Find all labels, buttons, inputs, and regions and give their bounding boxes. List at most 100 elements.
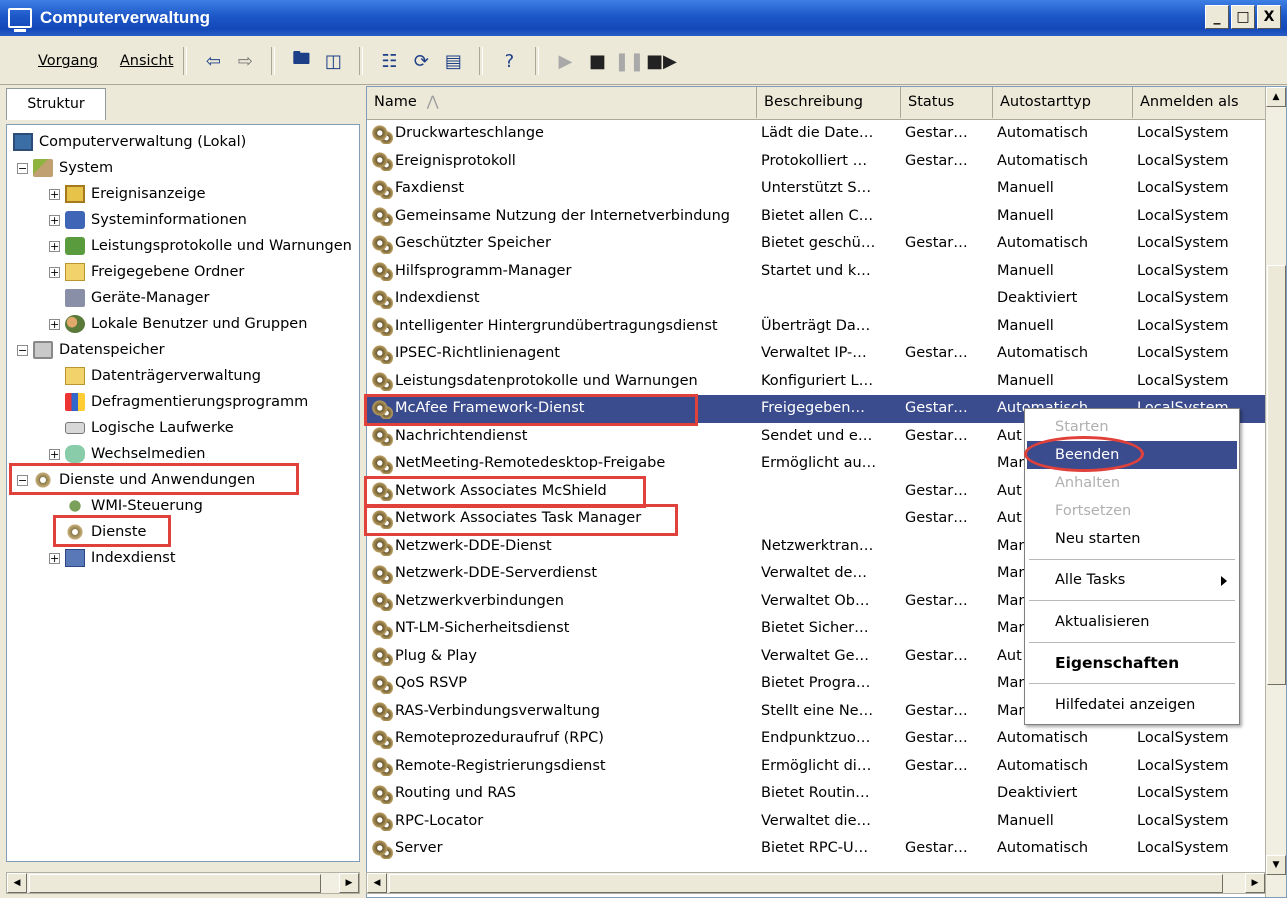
table-row[interactable]: IPSEC-Richtlinienagent Verwaltet IP-… Gest…	[367, 340, 1267, 368]
scroll-thumb[interactable]	[1267, 265, 1286, 685]
list-vertical-scrollbar[interactable]: ▲ ▼	[1265, 87, 1286, 897]
table-row[interactable]: Server Bietet RPC-U… Gestar… Automatisch Loc…	[367, 835, 1267, 863]
up-folder-icon[interactable]: 🖿	[288, 48, 314, 74]
table-row[interactable]: Ereignisprotokoll Protokolliert … Gestar… A…	[367, 148, 1267, 176]
menu-item-eigenschaften[interactable]: Eigenschaften	[1027, 649, 1237, 677]
scroll-left-icon[interactable]: ◀	[7, 873, 27, 893]
column-header-beschreibung[interactable]: Beschreibung	[757, 87, 901, 118]
toolbar-separator	[535, 47, 540, 75]
scroll-down-icon[interactable]: ▼	[1266, 855, 1286, 875]
expand-toggle[interactable]: +	[49, 266, 60, 278]
scroll-right-icon[interactable]: ▶	[1245, 873, 1265, 893]
tree-item-ereignisanzeige[interactable]: + Ereignisanzeige	[49, 181, 206, 207]
cell-anmelden-als: LocalSystem	[1137, 372, 1229, 389]
column-header-anmelden-als[interactable]: Anmelden als	[1133, 87, 1267, 118]
pause-icon[interactable]: ❚❚	[614, 48, 644, 74]
expand-toggle[interactable]: +	[49, 318, 60, 330]
table-row[interactable]: Druckwarteschlange Lädt die Date… Gestar… A…	[367, 120, 1267, 148]
table-row[interactable]: Intelligenter Hintergrundübertragungsdie…	[367, 313, 1267, 341]
menu-item-hilfedatei[interactable]: Hilfedatei anzeigen	[1027, 691, 1237, 719]
submenu-arrow-icon	[1221, 576, 1227, 586]
service-name: Faxdienst	[395, 180, 465, 196]
menu-item-fortsetzen[interactable]: Fortsetzen	[1027, 497, 1237, 525]
expand-toggle[interactable]: +	[49, 448, 60, 460]
cell-status: Gestar…	[905, 757, 968, 774]
table-row[interactable]: Remoteprozeduraufruf (RPC) Endpunktzuo… Ge…	[367, 725, 1267, 753]
table-row[interactable]: Geschützter Speicher Bietet geschü… Gestar…	[367, 230, 1267, 258]
expand-toggle[interactable]: +	[49, 552, 60, 564]
refresh-icon[interactable]: ⟳	[408, 48, 434, 74]
tree-item-geraete-manager[interactable]: Geräte-Manager	[65, 285, 209, 311]
restart-icon[interactable]: ■▶	[646, 48, 677, 74]
tree-item-lokale-benutzer[interactable]: + Lokale Benutzer und Gruppen	[49, 311, 307, 337]
menu-item-anhalten[interactable]: Anhalten	[1027, 469, 1237, 497]
tree-item-systeminformationen[interactable]: + Systeminformationen	[49, 207, 247, 233]
scroll-thumb[interactable]	[29, 874, 321, 893]
service-gear-icon	[371, 233, 393, 254]
help-icon[interactable]: ?	[496, 48, 522, 74]
removable-media-icon	[65, 445, 85, 463]
menu-item-aktualisieren[interactable]: Aktualisieren	[1027, 608, 1237, 636]
window-title: Computerverwaltung	[40, 8, 211, 27]
cell-status: Gestar…	[905, 510, 968, 526]
close-button[interactable]: X	[1257, 5, 1281, 29]
collapse-toggle[interactable]: −	[17, 344, 28, 356]
table-row[interactable]: Remote-Registrierungsdienst Ermöglicht di…	[367, 753, 1267, 781]
menu-ansicht[interactable]: Ansicht	[120, 53, 174, 69]
collapse-toggle[interactable]: −	[17, 162, 28, 174]
maximize-button[interactable]: □	[1231, 5, 1255, 29]
column-header-autostarttyp[interactable]: Autostarttyp	[993, 87, 1133, 118]
forward-arrow-icon[interactable]: ⇨	[232, 48, 258, 74]
scroll-thumb[interactable]	[389, 874, 1223, 893]
tree-item-freigegebene-ordner[interactable]: + Freigegebene Ordner	[49, 259, 244, 285]
table-row[interactable]: Leistungsdatenprotokolle und Warnungen Ko…	[367, 368, 1267, 396]
table-row[interactable]: Faxdienst Unterstützt S… Manuell LocalSyste…	[367, 175, 1267, 203]
cell-name: Geschützter Speicher	[371, 230, 757, 258]
table-row[interactable]: Hilfsprogramm-Manager Startet und k… Manue…	[367, 258, 1267, 286]
stop-icon[interactable]: ■	[584, 48, 610, 74]
cell-anmelden-als: LocalSystem	[1137, 785, 1229, 801]
expand-toggle[interactable]: +	[49, 240, 60, 252]
cell-beschreibung: Startet und k…	[761, 262, 871, 279]
tree-label: Leistungsprotokolle und Warnungen	[91, 238, 352, 254]
tree-item-datenspeicher[interactable]: − Datenspeicher	[17, 337, 165, 363]
table-row[interactable]: Gemeinsame Nutzung der Internetverbindun…	[367, 203, 1267, 231]
tab-struktur[interactable]: Struktur	[6, 88, 106, 120]
scroll-left-icon[interactable]: ◀	[367, 873, 387, 893]
scroll-right-icon[interactable]: ▶	[339, 873, 359, 893]
menu-vorgang[interactable]: Vorgang	[38, 53, 98, 69]
cell-status	[905, 450, 993, 478]
export-list-icon[interactable]: ▤	[440, 48, 466, 74]
cell-status: Gestar…	[905, 702, 968, 719]
cell-status: Gestar…	[905, 482, 968, 499]
tree-item-defragmentierung[interactable]: Defragmentierungsprogramm	[65, 389, 308, 415]
tree-item-indexdienst[interactable]: + Indexdienst	[49, 545, 176, 571]
tree-item-computerverwaltung[interactable]: Computerverwaltung (Lokal)	[13, 129, 246, 155]
cell-autostarttyp: Automatisch	[997, 125, 1089, 141]
tree-item-system[interactable]: − System	[17, 155, 113, 181]
toolbar-separator	[479, 47, 484, 75]
expand-toggle[interactable]: +	[49, 188, 60, 200]
scroll-up-icon[interactable]: ▲	[1266, 87, 1286, 107]
minimize-button[interactable]: _	[1205, 5, 1229, 29]
tree-item-leistungsprotokolle[interactable]: + Leistungsprotokolle und Warnungen	[49, 233, 352, 259]
list-horizontal-scrollbar[interactable]: ◀ ▶	[366, 872, 1266, 894]
tree-item-logische-laufwerke[interactable]: Logische Laufwerke	[65, 415, 234, 441]
cell-status: Gestar…	[905, 647, 968, 664]
properties-icon[interactable]: ☷	[376, 48, 402, 74]
tree-item-datentraegerverwaltung[interactable]: Datenträgerverwaltung	[65, 363, 261, 389]
column-header-status[interactable]: Status	[901, 87, 993, 118]
expand-toggle[interactable]: +	[49, 214, 60, 226]
play-icon[interactable]: ▶	[552, 48, 578, 74]
back-arrow-icon[interactable]: ⇦	[200, 48, 226, 74]
menu-item-neu-starten[interactable]: Neu starten	[1027, 525, 1237, 553]
menu-item-alle-tasks[interactable]: Alle Tasks	[1027, 566, 1237, 594]
cell-anmelden-als: LocalSystem	[1137, 730, 1229, 746]
table-row[interactable]: Routing und RAS Bietet Routin… Deaktiviert…	[367, 780, 1267, 808]
tree-horizontal-scrollbar[interactable]: ◀ ▶	[6, 872, 360, 894]
show-hide-tree-icon[interactable]: ◫	[320, 48, 346, 74]
table-row[interactable]: RPC-Locator Verwaltet die… Manuell LocalSys…	[367, 808, 1267, 836]
cell-autostarttyp: Automatisch	[997, 730, 1089, 746]
table-row[interactable]: Indexdienst Deaktiviert LocalSystem	[367, 285, 1267, 313]
column-header-name[interactable]: Name ⋀	[367, 87, 757, 118]
